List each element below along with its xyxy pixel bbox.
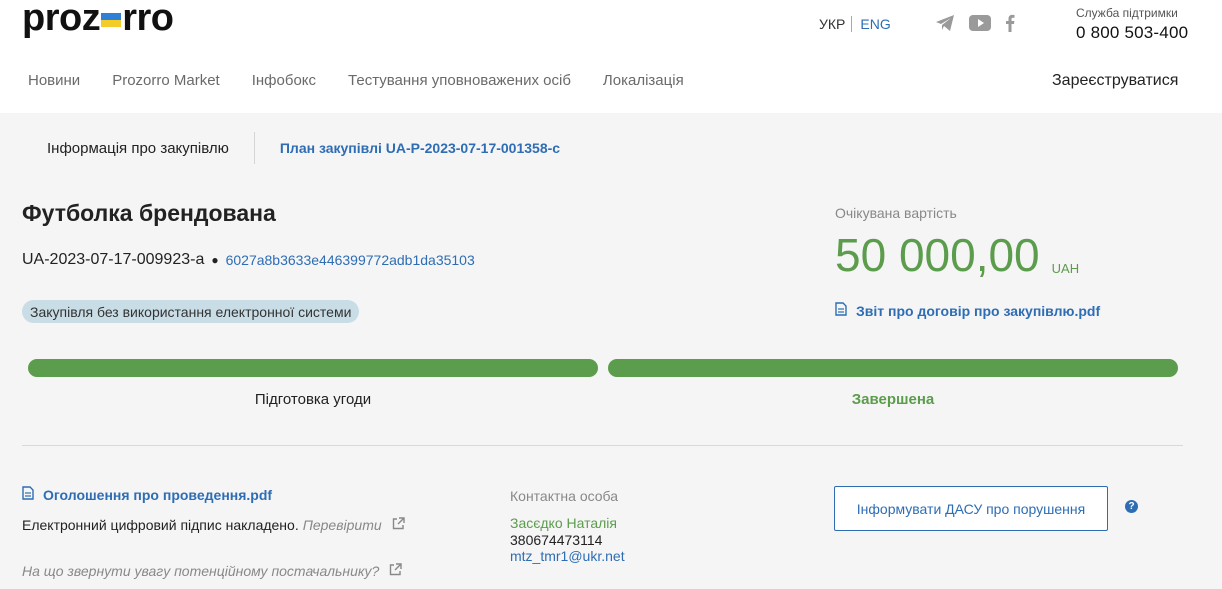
social-links — [935, 14, 1015, 32]
ukraine-flag-icon — [101, 13, 122, 27]
document-icon — [22, 486, 34, 503]
contact-person-email[interactable]: mtz_tmr1@ukr.net — [510, 548, 625, 564]
amount-value: 50 000,00 — [835, 229, 1040, 281]
external-link-icon[interactable] — [392, 517, 405, 533]
signature-text: Електронний цифровий підпис накладено. — [22, 517, 299, 533]
progress-bar-preparation — [28, 359, 598, 377]
announcement-link[interactable]: Оголошення про проведення.pdf — [22, 486, 272, 503]
announcement-label: Оголошення про проведення.pdf — [43, 486, 273, 503]
telegram-icon[interactable] — [935, 14, 955, 32]
site-header: proz rro УКР ENG Служба підтримки 0 800 5… — [0, 0, 1222, 113]
report-violation-button[interactable]: Інформувати ДАСУ про порушення — [834, 486, 1108, 531]
nav-item-news[interactable]: Новини — [28, 72, 80, 89]
tender-id: UA-2023-07-17-009923-a — [22, 251, 205, 268]
separator-dot: ● — [211, 253, 219, 267]
nav-item-infobox[interactable]: Інфобокс — [252, 72, 316, 89]
tender-title: Футболка брендована — [22, 200, 276, 226]
register-link[interactable]: Зареєструватися — [1052, 72, 1178, 90]
verify-signature-link[interactable]: Перевірити — [303, 517, 382, 533]
contact-person-name: Засєдко Наталія — [510, 515, 618, 531]
contract-report-link[interactable]: Звіт про договір про закупівлю.pdf — [835, 302, 1100, 319]
tender-tabs: Інформація про закупівлю План закупівлі … — [22, 132, 560, 164]
youtube-icon[interactable] — [969, 15, 991, 31]
signature-status: Електронний цифровий підпис накладено. П… — [22, 517, 405, 533]
amount-currency: UAH — [1051, 261, 1080, 276]
tender-hash-link[interactable]: 6027a8b3633e446399772adb1da35103 — [226, 252, 475, 268]
logo-text-end: rro — [122, 0, 174, 39]
language-switcher: УКР ENG — [819, 16, 891, 32]
nav-item-market[interactable]: Prozorro Market — [112, 72, 220, 89]
nav-item-localization[interactable]: Локалізація — [603, 72, 684, 89]
step-label-preparation: Підготовка угоди — [254, 391, 372, 408]
logo-text-start: proz — [22, 0, 101, 39]
expected-value: 50 000,00 UAH — [835, 228, 1079, 282]
prozorro-logo[interactable]: proz rro — [22, 0, 174, 38]
contract-report-label: Звіт про договір про закупівлю.pdf — [856, 302, 1101, 319]
nav-item-testing[interactable]: Тестування уповноважених осіб — [348, 72, 571, 89]
supplier-attention-link[interactable]: На що звернути увагу потенційному постач… — [22, 563, 403, 579]
procurement-type-badge: Закупівля без використання електронної с… — [22, 300, 360, 323]
progress-bar-completed — [608, 359, 1178, 377]
tab-procurement-plan[interactable]: План закупівлі UA-P-2023-07-17-001358-c — [255, 140, 560, 156]
external-link-icon — [389, 563, 403, 579]
lang-ukr[interactable]: УКР — [819, 16, 853, 32]
main-nav: Новини Prozorro Market Інфобокс Тестуван… — [28, 72, 716, 89]
attention-text: На що звернути увагу потенційному постач… — [22, 563, 380, 579]
contact-person-phone: 380674473114 — [510, 532, 603, 548]
facebook-icon[interactable] — [1005, 14, 1015, 32]
support-block: Служба підтримки 0 800 503-400 — [1076, 6, 1188, 43]
contact-person-label: Контактна особа — [510, 488, 619, 504]
lang-eng[interactable]: ENG — [852, 16, 890, 32]
document-icon — [835, 302, 847, 319]
expected-value-label: Очікувана вартість — [835, 205, 957, 221]
help-icon[interactable]: ? — [1125, 500, 1138, 513]
support-phone[interactable]: 0 800 503-400 — [1076, 23, 1188, 43]
step-label-completed: Завершена — [851, 391, 935, 408]
tender-ids: UA-2023-07-17-009923-a ● 6027a8b3633e446… — [22, 251, 475, 269]
section-divider — [22, 445, 1183, 446]
support-label: Служба підтримки — [1076, 6, 1178, 20]
tab-procurement-info[interactable]: Інформація про закупівлю — [22, 132, 255, 164]
